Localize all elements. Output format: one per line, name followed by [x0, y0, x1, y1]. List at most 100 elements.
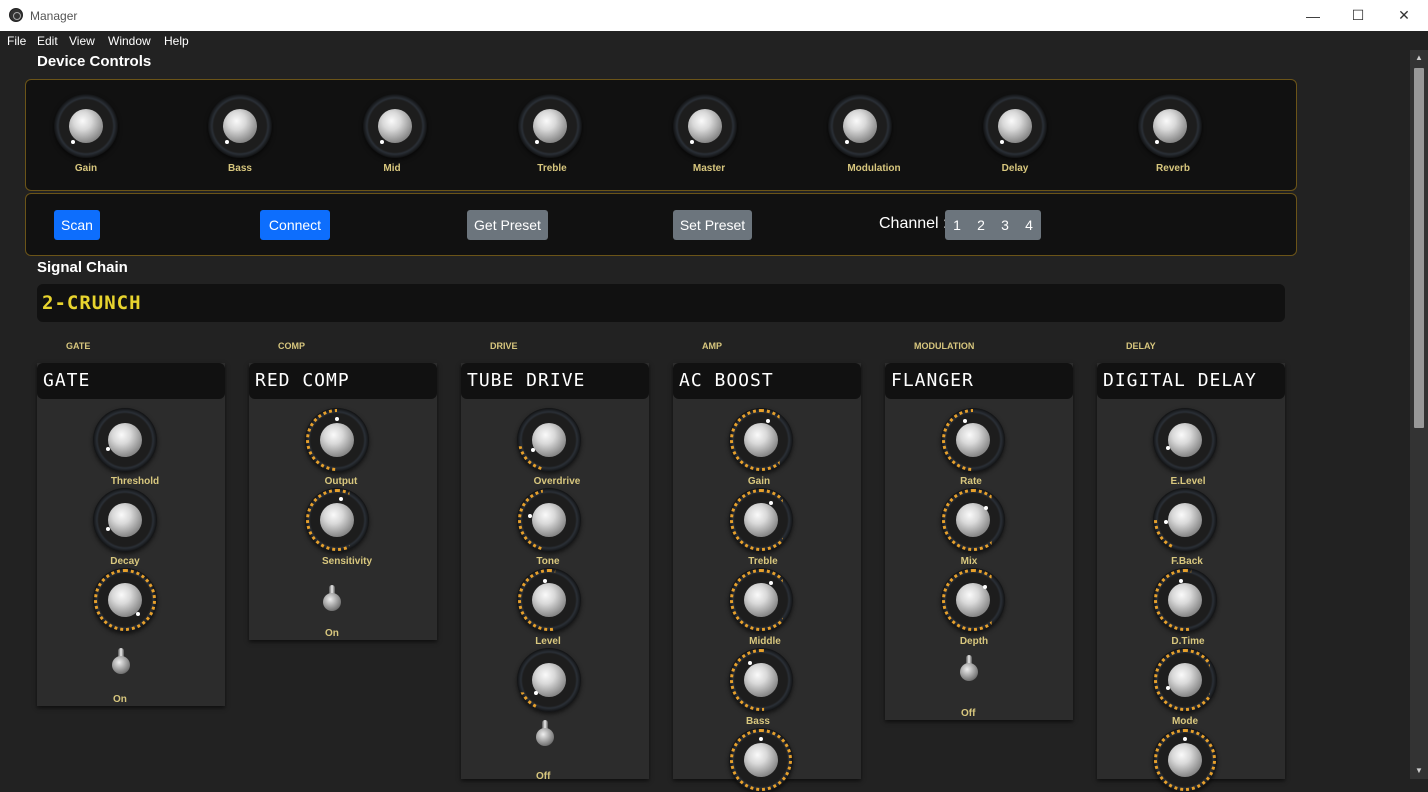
amp-treble-knob[interactable]	[729, 488, 793, 552]
close-button[interactable]: ✕	[1381, 0, 1427, 31]
flanger-switch-label: Off	[961, 708, 976, 719]
pedal-flanger-header: FLANGER	[885, 363, 1073, 399]
menu-view[interactable]: View	[69, 34, 95, 48]
channel-3-button[interactable]: 3	[993, 210, 1017, 240]
threshold-knob[interactable]	[93, 408, 157, 472]
d-time-knob[interactable]	[1153, 568, 1217, 632]
gate-third-knob[interactable]	[93, 568, 157, 632]
amp-bass-knob[interactable]	[729, 648, 793, 712]
pedal-gate-name: GATE	[43, 370, 91, 391]
gain-knob[interactable]	[54, 94, 118, 158]
menu-file[interactable]: File	[7, 34, 26, 48]
device-knobs-panel: Gain Bass Mid Treble Master Modulation D…	[25, 79, 1297, 191]
gain-knob-label: Gain	[74, 163, 98, 174]
flanger-toggle-switch[interactable]	[958, 655, 980, 689]
comp-toggle-switch[interactable]	[321, 585, 343, 619]
pedal-digital-delay: DIGITAL DELAY E.Level F.Back D.Time Mode	[1097, 363, 1285, 792]
modulation-knob[interactable]	[828, 94, 892, 158]
overdrive-knob-label: Overdrive	[533, 476, 581, 487]
channel-label: Channel :	[879, 215, 948, 232]
rate-knob-label: Rate	[960, 476, 982, 487]
depth-knob-label: Depth	[959, 636, 989, 647]
category-comp: COMP	[278, 341, 305, 351]
preset-name: 2-CRUNCH	[42, 292, 142, 314]
pedal-gate: GATE Threshold Decay On	[37, 363, 225, 706]
scan-button[interactable]: Scan	[54, 210, 100, 240]
bass-knob-label: Bass	[228, 163, 252, 174]
channel-1-button[interactable]: 1	[945, 210, 969, 240]
amp-fifth-knob[interactable]	[729, 728, 793, 792]
category-delay: DELAY	[1126, 341, 1156, 351]
e-level-knob-label: E.Level	[1170, 476, 1206, 487]
menu-edit[interactable]: Edit	[37, 34, 58, 48]
master-knob[interactable]	[673, 94, 737, 158]
overdrive-knob[interactable]	[517, 408, 581, 472]
gate-switch-label: On	[113, 694, 127, 705]
menu-help[interactable]: Help	[164, 34, 189, 48]
f-back-knob-label: F.Back	[1171, 556, 1203, 567]
decay-knob-label: Decay	[110, 556, 140, 567]
mix-knob-label: Mix	[960, 556, 978, 567]
sensitivity-knob-label: Sensitivity	[321, 556, 373, 567]
channel-2-button[interactable]: 2	[969, 210, 993, 240]
pedal-ac-boost-header: AC BOOST	[673, 363, 861, 399]
modulation-knob-label: Modulation	[847, 163, 901, 174]
delay-knob[interactable]	[983, 94, 1047, 158]
output-knob[interactable]	[305, 408, 369, 472]
set-preset-button[interactable]: Set Preset	[673, 210, 752, 240]
output-knob-label: Output	[324, 476, 358, 487]
channel-selector: 1 2 3 4	[945, 210, 1041, 240]
drive-toggle-switch[interactable]	[534, 720, 556, 754]
mix-knob[interactable]	[941, 488, 1005, 552]
tone-knob-label: Tone	[536, 556, 560, 567]
device-actions-panel: Scan Connect Get Preset Set Preset Chann…	[25, 193, 1297, 256]
tube-drive-fourth-knob[interactable]	[517, 648, 581, 712]
amp-bass-knob-label: Bass	[746, 716, 770, 727]
channel-4-button[interactable]: 4	[1017, 210, 1041, 240]
reverb-knob[interactable]	[1138, 94, 1202, 158]
amp-gain-knob[interactable]	[729, 408, 793, 472]
menu-window[interactable]: Window	[108, 34, 151, 48]
treble-knob[interactable]	[518, 94, 582, 158]
category-drive: DRIVE	[490, 341, 518, 351]
amp-gain-knob-label: Gain	[747, 476, 771, 487]
tone-knob[interactable]	[517, 488, 581, 552]
scroll-thumb[interactable]	[1414, 68, 1424, 428]
minimize-button[interactable]: —	[1290, 0, 1336, 31]
f-back-knob[interactable]	[1153, 488, 1217, 552]
scroll-up-icon[interactable]: ▲	[1410, 50, 1428, 66]
pedal-flanger-name: FLANGER	[891, 370, 974, 391]
vertical-scrollbar[interactable]: ▲ ▼	[1410, 50, 1428, 779]
pedal-tube-drive: TUBE DRIVE Overdrive Tone Level Off	[461, 363, 649, 782]
reverb-knob-label: Reverb	[1156, 163, 1190, 174]
depth-knob[interactable]	[941, 568, 1005, 632]
connect-button[interactable]: Connect	[260, 210, 330, 240]
get-preset-button[interactable]: Get Preset	[467, 210, 548, 240]
level-knob[interactable]	[517, 568, 581, 632]
preset-display: 2-CRUNCH	[37, 284, 1285, 322]
category-gate: GATE	[66, 341, 91, 351]
menu-bar: File Edit View Window Help	[0, 31, 1428, 50]
rate-knob[interactable]	[941, 408, 1005, 472]
mid-knob[interactable]	[363, 94, 427, 158]
scroll-down-icon[interactable]: ▼	[1410, 763, 1428, 779]
mid-knob-label: Mid	[383, 163, 401, 174]
category-modulation: MODULATION	[914, 341, 975, 351]
maximize-button[interactable]: ☐	[1335, 0, 1381, 31]
threshold-knob-label: Threshold	[110, 476, 160, 487]
delay-fifth-knob[interactable]	[1153, 728, 1217, 792]
gate-toggle-switch[interactable]	[110, 648, 132, 682]
decay-knob[interactable]	[93, 488, 157, 552]
mode-knob[interactable]	[1153, 648, 1217, 712]
app-icon	[9, 8, 23, 22]
title-bar: Manager — ☐ ✕	[0, 0, 1428, 31]
bass-knob[interactable]	[208, 94, 272, 158]
pedal-ac-boost-name: AC BOOST	[679, 370, 774, 391]
sensitivity-knob[interactable]	[305, 488, 369, 552]
signal-chain-heading: Signal Chain	[37, 259, 128, 276]
amp-middle-knob[interactable]	[729, 568, 793, 632]
e-level-knob[interactable]	[1153, 408, 1217, 472]
window-title: Manager	[30, 9, 78, 23]
pedal-red-comp-name: RED COMP	[255, 370, 350, 391]
pedal-red-comp-header: RED COMP	[249, 363, 437, 399]
